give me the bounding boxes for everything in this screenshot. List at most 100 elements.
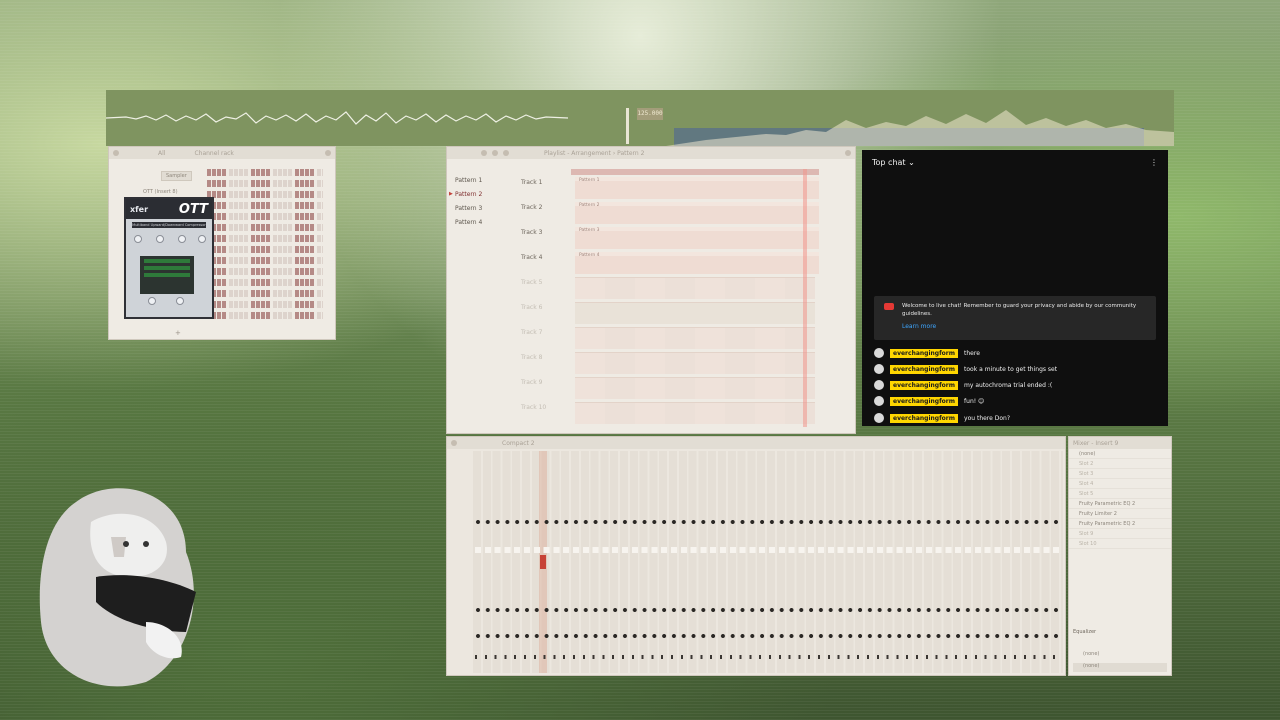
clip-label: Pattern 3: [579, 228, 600, 233]
close-icon[interactable]: [845, 150, 851, 156]
pattern-item[interactable]: Pattern 4: [449, 215, 513, 229]
empty-lane[interactable]: [575, 277, 815, 299]
track-header[interactable]: Track 8: [521, 354, 571, 361]
fx-slot[interactable]: Fruity Parametric EQ 2: [1069, 499, 1171, 509]
downward-knob[interactable]: [176, 297, 184, 305]
play-icon[interactable]: [492, 150, 498, 156]
fx-slot[interactable]: Fruity Limiter 2: [1069, 509, 1171, 519]
clip-label: Pattern 2: [579, 203, 600, 208]
fx-slot[interactable]: Slot 9: [1069, 529, 1171, 539]
pattern-clip[interactable]: Pattern 2: [575, 202, 819, 224]
track-header[interactable]: Track 10: [521, 404, 571, 411]
in-gain-knob[interactable]: [178, 235, 186, 243]
upward-knob[interactable]: [148, 297, 156, 305]
playlist-titlebar[interactable]: Playlist - Arrangement › Pattern 2: [447, 147, 855, 159]
out-gain-knob[interactable]: [198, 235, 206, 243]
channel-filter[interactable]: All: [158, 150, 165, 157]
selected-fader[interactable]: [540, 555, 546, 569]
live-chat-panel: Top chat ⌄ ⋮ Welcome to live chat! Remem…: [862, 150, 1168, 426]
chat-author[interactable]: everchangingform: [890, 348, 959, 358]
output-select[interactable]: (none): [1073, 663, 1167, 672]
tempo-display: 125.000: [637, 108, 663, 120]
pattern-picker: Pattern 1 Pattern 2 Pattern 3 Pattern 4: [449, 173, 513, 229]
ott-band-meter: [140, 256, 194, 294]
add-channel-icon[interactable]: +: [175, 329, 181, 337]
track-header[interactable]: Track 5: [521, 279, 571, 286]
insert-titlebar[interactable]: Mixer - Insert 9: [1069, 437, 1171, 449]
empty-lane[interactable]: [575, 327, 815, 349]
fader-row[interactable]: [475, 547, 1061, 553]
ott-plugin[interactable]: xfer OTT Multiband Upward/Downward Compr…: [124, 197, 214, 319]
fx-slot[interactable]: Slot 3: [1069, 469, 1171, 479]
route-arrows[interactable]: [475, 655, 1061, 659]
more-options-icon[interactable]: ⋮: [1150, 158, 1158, 167]
avatar[interactable]: [874, 348, 884, 358]
depth-knob[interactable]: [134, 235, 142, 243]
chat-message: everchangingform there: [874, 346, 980, 360]
playhead-marker[interactable]: [803, 169, 807, 427]
track-header[interactable]: Track 6: [521, 304, 571, 311]
chat-mode-dropdown[interactable]: Top chat ⌄: [872, 158, 915, 167]
fx-slot[interactable]: Slot 4: [1069, 479, 1171, 489]
mixer-titlebar[interactable]: Compact 2: [447, 437, 1065, 449]
eq-label: Equalizer: [1073, 629, 1097, 635]
avatar[interactable]: [874, 396, 884, 406]
empty-lane[interactable]: [575, 352, 815, 374]
track-header[interactable]: Track 2: [521, 204, 571, 211]
mixer-channel-strips[interactable]: [473, 451, 1063, 673]
insert-title: Mixer - Insert 9: [1073, 439, 1119, 447]
pattern-clip[interactable]: Pattern 3: [575, 227, 819, 249]
chat-message: everchangingform you there Don?: [874, 411, 1010, 425]
menu-icon[interactable]: [481, 150, 487, 156]
playlist-window: Playlist - Arrangement › Pattern 2 Patte…: [446, 146, 856, 434]
fx-slot[interactable]: (none): [1069, 449, 1171, 459]
send-knob-row[interactable]: [475, 607, 1061, 613]
avatar[interactable]: [874, 380, 884, 390]
track-header[interactable]: Track 3: [521, 229, 571, 236]
track-header[interactable]: Track 1: [521, 179, 571, 186]
chat-author[interactable]: everchangingform: [890, 380, 959, 390]
pattern-clip[interactable]: Pattern 1: [575, 177, 819, 199]
snap-icon[interactable]: [503, 150, 509, 156]
step-sequencer-grid[interactable]: [207, 169, 323, 319]
fx-slot[interactable]: Fruity Parametric EQ 2: [1069, 519, 1171, 529]
mixer-layout-label[interactable]: Compact 2: [502, 440, 535, 447]
timeline-ruler[interactable]: [571, 169, 819, 175]
chat-message: everchangingform fun! 😊: [874, 394, 984, 408]
menu-icon[interactable]: [113, 150, 119, 156]
channel-rack-titlebar[interactable]: All Channel rack: [109, 147, 335, 159]
menu-icon[interactable]: [451, 440, 457, 446]
close-icon[interactable]: [325, 150, 331, 156]
pattern-item[interactable]: Pattern 3: [449, 201, 513, 215]
empty-lane[interactable]: [575, 377, 815, 399]
learn-more-link[interactable]: Learn more: [902, 323, 1148, 331]
track-header[interactable]: Track 7: [521, 329, 571, 336]
chat-text: you there Don?: [964, 414, 1011, 422]
fx-slot[interactable]: Slot 2: [1069, 459, 1171, 469]
chat-author[interactable]: everchangingform: [890, 396, 959, 406]
fx-slot[interactable]: Slot 5: [1069, 489, 1171, 499]
route-knob-row[interactable]: [475, 633, 1061, 639]
ott-preset-bar: Multiband Upward/Downward Compressor: [132, 222, 206, 228]
chat-author[interactable]: everchangingform: [890, 364, 959, 374]
empty-lane[interactable]: [575, 402, 815, 424]
sampler-channel-button[interactable]: Sampler: [161, 171, 192, 181]
chat-message: everchangingform took a minute to get th…: [874, 362, 1057, 376]
track-header[interactable]: Track 9: [521, 379, 571, 386]
avatar[interactable]: [874, 364, 884, 374]
chat-text: took a minute to get things set: [964, 365, 1058, 373]
output-select[interactable]: (none): [1083, 651, 1099, 657]
vtuber-character-art: [39, 488, 196, 687]
track-header[interactable]: Track 4: [521, 254, 571, 261]
audio-clip-lane[interactable]: [575, 302, 815, 324]
pattern-clip[interactable]: Pattern 4: [575, 252, 819, 274]
pattern-item-selected[interactable]: Pattern 2: [449, 187, 513, 201]
avatar[interactable]: [874, 413, 884, 423]
time-knob[interactable]: [156, 235, 164, 243]
pattern-item[interactable]: Pattern 1: [449, 173, 513, 187]
fx-slot[interactable]: Slot 10: [1069, 539, 1171, 549]
chat-text: my autochroma trial ended :(: [964, 381, 1053, 389]
plugin-window-title: OTT (Insert 8): [143, 189, 178, 195]
pan-knob-row[interactable]: [475, 519, 1061, 525]
chat-author[interactable]: everchangingform: [890, 413, 959, 423]
